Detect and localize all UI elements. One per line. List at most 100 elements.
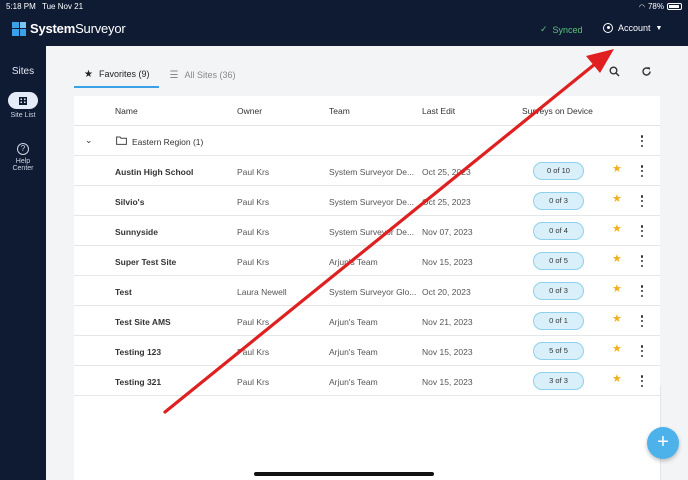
sidebar-item-site-list[interactable]: Site List [0,92,46,119]
site-team: System Surveyor De... [329,167,415,177]
surveys-badge[interactable]: 0 of 1 [533,312,584,330]
site-owner: Paul Krs [237,377,270,387]
row-more-menu[interactable] [640,345,644,357]
surveys-badge[interactable]: 0 of 3 [533,282,584,300]
sync-status: ✓ Synced [540,24,583,35]
column-header-surveys[interactable]: Surveys on Device [522,106,593,116]
table-row[interactable]: Super Test Site Paul Krs Arjun's Team Nov 1… [74,246,660,276]
site-name: Silvio's [115,197,145,207]
sidebar-item-help-center[interactable]: ? Help Center [0,143,46,172]
favorite-star-icon[interactable]: ★ [612,344,622,355]
site-last-edit: Oct 20, 2023 [422,287,471,297]
sidebar-item-label: Site List [10,112,36,119]
site-owner: Paul Krs [237,347,270,357]
sites-table: Name Owner Team Last Edit Surveys on Dev… [74,96,660,480]
status-date: Tue Nov 21 [42,2,84,11]
caret-down-icon: ▼ [655,24,663,32]
refresh-icon [642,67,651,76]
column-header-last-edit[interactable]: Last Edit [422,106,455,116]
surveys-badge[interactable]: 5 of 5 [533,342,584,360]
table-row[interactable]: Testing 123 Paul Krs Arjun's Team Nov 15, 2… [74,336,660,366]
site-team: Arjun's Team [329,317,378,327]
row-more-menu[interactable] [640,285,644,297]
building-icon [19,96,27,105]
surveys-badge[interactable]: 0 of 5 [533,252,584,270]
logo-mark-icon [12,21,26,36]
site-team: Arjun's Team [329,257,378,267]
site-tabs: ★ Favorites (9) ☰ All Sites (36) [74,62,245,88]
site-name: Super Test Site [115,257,177,267]
add-site-button[interactable]: + [647,427,679,459]
table-row[interactable]: Testing 321 Paul Krs Arjun's Team Nov 15, 2… [74,366,660,396]
row-more-menu[interactable] [640,375,644,387]
group-more-menu[interactable] [640,135,644,147]
chevron-down-icon[interactable]: ⌄ [85,135,93,146]
top-bar: 5:18 PM Tue Nov 21 ◠ 78% SystemSurveyor … [0,0,688,46]
group-row-eastern-region[interactable]: ⌄ Eastern Region (1) [74,126,660,156]
favorite-star-icon[interactable]: ★ [612,284,622,295]
brand-logo: SystemSurveyor [12,21,126,36]
table-row[interactable]: Test Site AMS Paul Krs Arjun's Team Nov 21,… [74,306,660,336]
account-menu-button[interactable]: Account ▼ [603,23,662,33]
wifi-icon: ◠ [638,3,645,11]
search-icon [609,66,620,77]
site-last-edit: Oct 25, 2023 [422,167,471,177]
status-right: ◠ 78% [639,2,682,11]
favorite-star-icon[interactable]: ★ [612,374,622,385]
star-icon: ★ [84,68,93,80]
site-last-edit: Nov 15, 2023 [422,257,473,267]
favorite-star-icon[interactable]: ★ [612,194,622,205]
row-more-menu[interactable] [640,315,644,327]
sync-label: Synced [552,24,583,35]
row-more-menu[interactable] [640,195,644,207]
battery-percent: 78% [647,2,664,11]
sidebar-item-label: Help [15,158,31,165]
table-row[interactable]: Sunnyside Paul Krs System Surveyor De... No… [74,216,660,246]
battery-icon [667,3,682,10]
favorite-star-icon[interactable]: ★ [612,314,622,325]
table-row[interactable]: Austin High School Paul Krs System Surveyo… [74,156,660,186]
site-name: Austin High School [115,167,194,177]
site-owner: Paul Krs [237,227,270,237]
site-name: Testing 123 [115,347,162,357]
row-more-menu[interactable] [640,225,644,237]
tab-favorites[interactable]: ★ Favorites (9) [74,62,160,88]
refresh-button[interactable] [641,66,655,80]
table-row[interactable]: Test Laura Newell System Surveyor Glo... Oc… [74,276,660,306]
favorite-star-icon[interactable]: ★ [612,254,622,265]
column-header-owner[interactable]: Owner [237,106,262,116]
surveys-badge[interactable]: 0 of 10 [533,162,584,180]
site-name: Testing 321 [115,377,162,387]
surveys-badge[interactable]: 0 of 3 [533,192,584,210]
site-team: System Surveyor Glo... [329,287,417,297]
sidebar-item-label: Center [12,165,34,172]
tab-label: Favorites (9) [98,69,150,79]
surveys-badge[interactable]: 3 of 3 [533,372,584,390]
table-header: Name Owner Team Last Edit Surveys on Dev… [74,96,660,126]
sidebar: Sites Site List ? Help Center [0,46,46,480]
search-button[interactable] [609,66,623,80]
surveys-badge[interactable]: 0 of 4 [533,222,584,240]
site-name: Sunnyside [115,227,158,237]
tab-all-sites[interactable]: ☰ All Sites (36) [159,62,245,88]
column-header-name[interactable]: Name [115,106,138,116]
status-time: 5:18 PM [6,2,36,11]
brand-name-light: Surveyor [75,21,126,36]
column-header-team[interactable]: Team [329,106,350,116]
favorite-star-icon[interactable]: ★ [612,164,622,175]
list-icon: ☰ [169,69,179,81]
site-owner: Paul Krs [237,257,270,267]
site-owner: Paul Krs [237,167,270,177]
sidebar-title: Sites [11,66,35,77]
site-owner: Paul Krs [237,317,270,327]
favorite-star-icon[interactable]: ★ [612,224,622,235]
table-row[interactable]: Silvio's Paul Krs System Surveyor De... Oct… [74,186,660,216]
site-name: Test [115,287,132,297]
account-label: Account [618,23,651,33]
site-last-edit: Oct 25, 2023 [422,197,471,207]
home-indicator[interactable] [254,472,434,476]
row-more-menu[interactable] [640,165,644,177]
site-last-edit: Nov 21, 2023 [422,317,473,327]
tab-label: All Sites (36) [184,70,236,80]
row-more-menu[interactable] [640,255,644,267]
